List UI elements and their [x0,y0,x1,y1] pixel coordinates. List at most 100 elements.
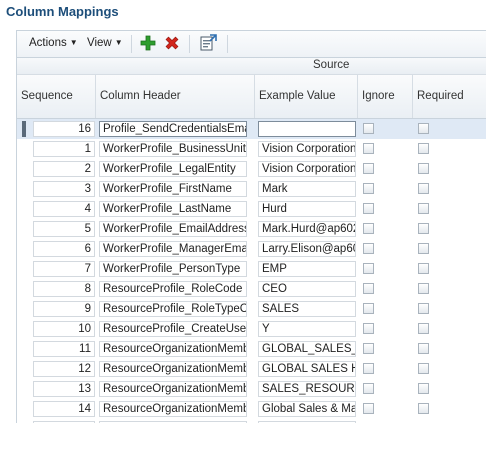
sequence-field[interactable]: 6 [33,241,95,257]
ignore-checkbox[interactable] [363,383,374,394]
column-header-field[interactable]: ResourceOrganizationMembe [99,421,247,423]
sequence-field[interactable]: 9 [33,301,95,317]
required-checkbox[interactable] [418,283,429,294]
sequence-field[interactable]: 13 [33,381,95,397]
table-row[interactable]: 16 Profile_SendCredentialsEmail [17,119,486,139]
column-header-field[interactable]: ResourceOrganizationMembe [99,361,247,377]
required-checkbox[interactable] [418,183,429,194]
required-checkbox[interactable] [418,163,429,174]
sequence-field[interactable]: 7 [33,261,95,277]
required-checkbox[interactable] [418,303,429,314]
example-value-field[interactable]: Hurd [258,201,356,217]
example-value-field[interactable]: Y [258,321,356,337]
view-menu[interactable]: View ▼ [87,37,123,49]
column-header-field[interactable]: ResourceProfile_RoleTypeCo [99,301,247,317]
example-value-field[interactable]: EMP [258,261,356,277]
column-header-field[interactable]: Profile_SendCredentialsEmail [99,121,247,137]
sequence-field[interactable]: 1 [33,141,95,157]
column-header-ignore[interactable]: Ignore [358,75,413,118]
example-value-field[interactable]: Vision Corporation [258,161,356,177]
sequence-field[interactable]: 4 [33,201,95,217]
table-row[interactable]: 13ResourceOrganizationMembe SALES_RESOURC… [17,379,486,399]
column-header-field[interactable]: WorkerProfile_EmailAddress [99,221,247,237]
required-checkbox[interactable] [418,363,429,374]
sequence-field[interactable]: 5 [33,221,95,237]
column-header-example-value[interactable]: Example Value [255,75,358,118]
column-header-field[interactable]: ResourceOrganizationMembe [99,401,247,417]
ignore-checkbox[interactable] [363,283,374,294]
actions-menu[interactable]: Actions ▼ [29,37,78,49]
column-header-field[interactable]: WorkerProfile_ManagerEmail [99,241,247,257]
column-header-required[interactable]: Required [413,75,486,118]
table-row[interactable]: 6 WorkerProfile_ManagerEmail Larry.Elison@… [17,239,486,259]
ignore-checkbox[interactable] [363,263,374,274]
sequence-field[interactable]: 12 [33,361,95,377]
table-row[interactable]: 7 WorkerProfile_PersonType EMP [17,259,486,279]
table-row[interactable]: 9 ResourceProfile_RoleTypeCo SALES [17,299,486,319]
example-value-field[interactable]: GLOBAL SALES HQ [258,361,356,377]
column-header-field[interactable]: ResourceOrganizationMembe [99,341,247,357]
required-checkbox[interactable] [418,223,429,234]
example-value-field[interactable]: SALES_RESOURCE [258,381,356,397]
required-checkbox[interactable] [418,323,429,334]
ignore-checkbox[interactable] [363,223,374,234]
example-value-field[interactable]: CEO [258,281,356,297]
ignore-checkbox[interactable] [363,303,374,314]
column-header-field[interactable]: ResourceOrganizationMembe [99,381,247,397]
add-icon[interactable] [139,34,157,52]
ignore-checkbox[interactable] [363,403,374,414]
sequence-field[interactable]: 15 [33,421,95,423]
required-checkbox[interactable] [418,203,429,214]
ignore-checkbox[interactable] [363,163,374,174]
required-checkbox[interactable] [418,123,429,134]
delete-icon[interactable] [163,34,181,52]
example-value-field[interactable]: Global Sales HQ [258,421,356,423]
table-row[interactable]: 3 WorkerProfile_FirstName Mark [17,179,486,199]
table-row[interactable]: 14 ResourceOrganizationMembe Global Sales … [17,399,486,419]
table-row[interactable]: 2 WorkerProfile_LegalEntity Vision Corpora… [17,159,486,179]
column-header-column-header[interactable]: Column Header [96,75,255,118]
column-header-field[interactable]: WorkerProfile_LegalEntity [99,161,247,177]
ignore-checkbox[interactable] [363,343,374,354]
sequence-field[interactable]: 2 [33,161,95,177]
column-header-field[interactable]: WorkerProfile_PersonType [99,261,247,277]
example-value-field[interactable]: GLOBAL_SALES_M. [258,341,356,357]
table-row[interactable]: 5 WorkerProfile_EmailAddress Mark.Hurd@ap6… [17,219,486,239]
sequence-field[interactable]: 8 [33,281,95,297]
example-value-field[interactable]: Vision Corporation [258,141,356,157]
sequence-field[interactable]: 11 [33,341,95,357]
table-row[interactable]: 11ResourceOrganizationMembe GLOBAL_SALES_… [17,339,486,359]
example-value-field[interactable]: Mark [258,181,356,197]
required-checkbox[interactable] [418,403,429,414]
column-header-field[interactable]: WorkerProfile_FirstName [99,181,247,197]
required-checkbox[interactable] [418,143,429,154]
required-checkbox[interactable] [418,243,429,254]
table-row[interactable]: 8 ResourceProfile_RoleCode CEO [17,279,486,299]
column-header-field[interactable]: WorkerProfile_BusinessUnit [99,141,247,157]
ignore-checkbox[interactable] [363,183,374,194]
sequence-field[interactable]: 14 [33,401,95,417]
table-row[interactable]: 12 ResourceOrganizationMembe GLOBAL SALES … [17,359,486,379]
ignore-checkbox[interactable] [363,143,374,154]
required-checkbox[interactable] [418,343,429,354]
example-value-field[interactable]: SALES [258,301,356,317]
required-checkbox[interactable] [418,383,429,394]
example-value-field[interactable]: Larry.Elison@ap60 [258,241,356,257]
table-row[interactable]: 1 WorkerProfile_BusinessUnit Vision Corpor… [17,139,486,159]
column-header-sequence[interactable]: Sequence [17,75,96,118]
table-row[interactable]: 4 WorkerProfile_LastName Hurd [17,199,486,219]
table-row[interactable]: 10 ResourceProfile_CreateUser/Y [17,319,486,339]
ignore-checkbox[interactable] [363,363,374,374]
ignore-checkbox[interactable] [363,323,374,334]
table-row[interactable]: 15 ResourceOrganizationMembe Global Sales … [17,419,486,423]
ignore-checkbox[interactable] [363,243,374,254]
required-checkbox[interactable] [418,263,429,274]
sequence-field[interactable]: 3 [33,181,95,197]
column-header-field[interactable]: ResourceProfile_CreateUser/ [99,321,247,337]
export-icon[interactable] [199,34,217,52]
example-value-field[interactable]: Global Sales & Marl [258,401,356,417]
sequence-field[interactable]: 10 [33,321,95,337]
ignore-checkbox[interactable] [363,203,374,214]
example-value-field[interactable] [258,121,356,137]
column-header-field[interactable]: ResourceProfile_RoleCode [99,281,247,297]
